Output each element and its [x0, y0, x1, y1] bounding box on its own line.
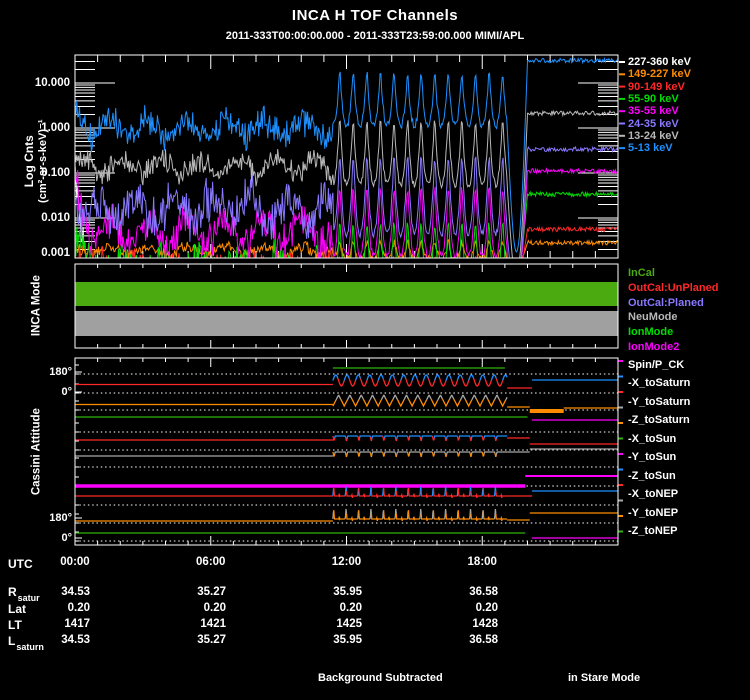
attitude-ytick-label-3: 0° — [32, 532, 72, 545]
attitude-trace-X_toSun — [75, 436, 618, 444]
utc-tick-2: 12:00 — [325, 556, 369, 569]
cassini-attitude-panel — [75, 358, 623, 545]
legend-energy-item-0: 227-360 keV — [628, 56, 691, 69]
utc-tick-0: 00:00 — [53, 556, 97, 569]
table-cell-2-3: 1428 — [438, 618, 498, 631]
legend-mode-item-2: OutCal:Planed — [628, 297, 704, 310]
table-cell-1-3: 0.20 — [438, 602, 498, 615]
inca-tof-figure: INCA H TOF Channels 2011-333T00:00:00.00… — [0, 0, 750, 700]
attitude-trace-Z_toSun — [75, 476, 618, 486]
legend-energy-item-2: 90-149 keV — [628, 81, 685, 94]
series-35-55-keV — [75, 167, 618, 299]
legend-mode-item-3: NeuMode — [628, 311, 678, 324]
mode-bar-0 — [75, 282, 618, 306]
legend-attitude-item-4: -X_toSun — [628, 433, 676, 446]
legend-attitude-item-5: -Y_toSun — [628, 451, 676, 464]
attitude-ytick-label-0: 180° — [32, 366, 72, 379]
page-subtitle: 2011-333T00:00:00.000 - 2011-333T23:59:0… — [0, 30, 750, 43]
ytick-label-2: 0.100 — [25, 167, 70, 180]
attitude-trace-X_toSaturn — [75, 375, 618, 388]
table-cell-0-1: 35.27 — [166, 586, 226, 599]
table-cell-0-3: 36.58 — [438, 586, 498, 599]
ytick-label-1: 1.000 — [25, 122, 70, 135]
attitude-trace-X_toNEP — [75, 487, 618, 498]
energy-flux-panel — [75, 55, 625, 306]
legend-energy-item-4: 35-55 keV — [628, 105, 679, 118]
table-row-label-lat: Lat — [8, 603, 26, 617]
legend-mode-item-5: IonMode2 — [628, 341, 679, 354]
legend-attitude-item-0: Spin/P_CK — [628, 359, 684, 372]
ytick-label-4: 0.001 — [25, 247, 70, 260]
table-cell-0-0: 34.53 — [30, 586, 90, 599]
table-cell-1-2: 0.20 — [302, 602, 362, 615]
footer-background-subtracted: Background Subtracted — [318, 672, 443, 685]
legend-attitude-item-8: -Y_toNEP — [628, 507, 678, 520]
attitude-trace-Y_toNEP — [75, 509, 618, 521]
attitude-trace-Z_toSaturn — [75, 417, 618, 420]
series-55-90-keV — [75, 192, 618, 295]
legend-attitude-item-1: -X_toSaturn — [628, 377, 690, 390]
utc-tick-1: 06:00 — [189, 556, 233, 569]
legend-attitude-item-3: -Z_toSaturn — [628, 414, 690, 427]
table-cell-3-0: 34.53 — [30, 634, 90, 647]
legend-attitude-item-6: -Z_toSun — [628, 470, 676, 483]
table-cell-1-0: 0.20 — [30, 602, 90, 615]
table-cell-3-3: 36.58 — [438, 634, 498, 647]
utc-tick-3: 18:00 — [460, 556, 504, 569]
legend-mode-item-4: IonMode — [628, 326, 673, 339]
footer-stare-mode: in Stare Mode — [568, 672, 640, 685]
table-cell-3-1: 35.27 — [166, 634, 226, 647]
legend-energy-item-3: 55-90 keV — [628, 93, 679, 106]
ytick-label-0: 10.000 — [25, 77, 70, 90]
table-row-label-r-main: R — [8, 585, 17, 599]
inca-mode-panel — [75, 264, 618, 348]
legend-mode-item-0: InCal — [628, 267, 655, 280]
table-row-label-l-main: L — [8, 634, 15, 648]
table-cell-1-1: 0.20 — [166, 602, 226, 615]
table-cell-2-1: 1421 — [166, 618, 226, 631]
utc-axis-label: UTC — [8, 558, 33, 572]
ytick-label-3: 0.010 — [25, 212, 70, 225]
legend-mode-item-1: OutCal:UnPlaned — [628, 282, 718, 295]
table-cell-2-0: 1417 — [30, 618, 90, 631]
legend-energy-item-1: 149-227 keV — [628, 68, 691, 81]
page-title: INCA H TOF Channels — [0, 7, 750, 24]
legend-energy-item-5: 24-35 keV — [628, 118, 679, 131]
mode-bar-1 — [75, 311, 618, 336]
attitude-trace-Y_toSaturn — [75, 395, 618, 411]
table-cell-0-2: 35.95 — [302, 586, 362, 599]
legend-energy-item-7: 5-13 keV — [628, 142, 673, 155]
legend-attitude-item-2: -Y_toSaturn — [628, 396, 690, 409]
legend-attitude-item-9: -Z_toNEP — [628, 525, 678, 538]
table-row-label-lt: LT — [8, 619, 22, 633]
series-24-35-keV — [75, 147, 618, 294]
table-cell-3-2: 35.95 — [302, 634, 362, 647]
legend-energy-item-6: 13-24 keV — [628, 130, 679, 143]
legend-attitude-item-7: -X_toNEP — [628, 488, 678, 501]
attitude-ytick-label-1: 0° — [32, 386, 72, 399]
attitude-ytick-label-2: 180° — [32, 512, 72, 525]
table-cell-2-2: 1425 — [302, 618, 362, 631]
